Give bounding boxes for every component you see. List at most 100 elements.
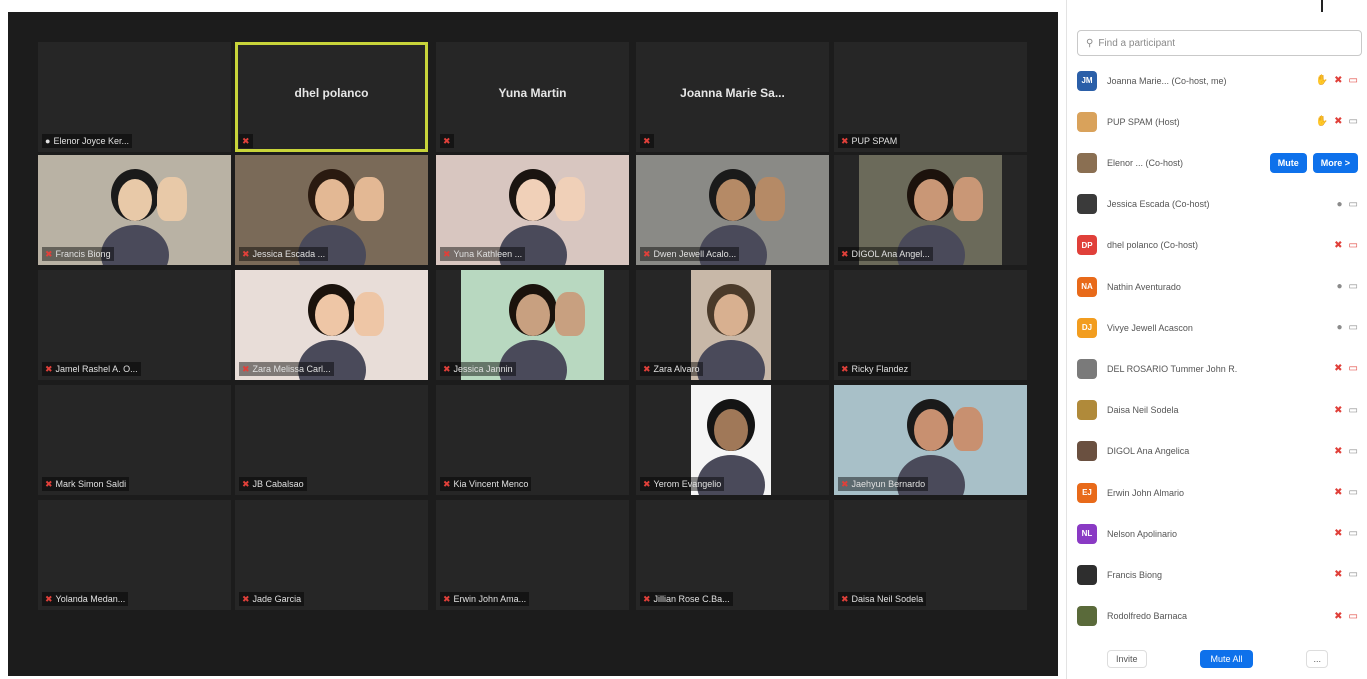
participant-row[interactable]: PUP SPAM (Host) ✋ ✖ ▭	[1067, 101, 1367, 142]
video-tile[interactable]: ✖ Jessica Jannin	[436, 270, 629, 380]
video-tile[interactable]: Joanna Marie Sa... ✖	[636, 42, 829, 152]
cam-off-icon[interactable]: ▭	[1349, 240, 1358, 251]
mute-participant-button[interactable]: Mute	[1269, 152, 1307, 173]
video-tile[interactable]: ✖ JB Cabalsao	[235, 385, 428, 495]
search-input[interactable]: ⚲ Find a participant	[1077, 30, 1362, 56]
video-tile[interactable]: ✖ PUP SPAM	[834, 42, 1027, 152]
person-face	[714, 409, 748, 451]
tile-name-label: ✖ Jaehyun Bernardo	[838, 477, 929, 491]
cam-icon[interactable]: ▭	[1349, 281, 1358, 292]
more-participant-button[interactable]: More >	[1312, 152, 1358, 173]
mic-off-icon[interactable]: ✖	[1334, 363, 1342, 374]
mic-off-icon[interactable]: ✖	[1334, 487, 1342, 498]
video-tile[interactable]: ● Elenor Joyce Ker...	[38, 42, 231, 152]
mic-off-icon[interactable]: ✖	[1334, 405, 1342, 416]
tile-name-label: ✖ Jillian Rose C.Ba...	[640, 592, 733, 606]
cam-icon[interactable]: ▭	[1349, 116, 1358, 127]
mic-off-icon[interactable]: ✖	[1334, 569, 1342, 580]
mic-off-icon[interactable]: ✖	[1334, 240, 1342, 251]
participant-status-icons: ✖ ▭	[1334, 363, 1358, 374]
mic-off-icon[interactable]: ✖	[1334, 611, 1342, 622]
cam-icon[interactable]: ▭	[1349, 405, 1358, 416]
participant-name: Jessica Jannin	[453, 364, 513, 374]
video-tile[interactable]: ✖ Zara Melissa Carl...	[235, 270, 428, 380]
mic-off-icon[interactable]: ✖	[1334, 528, 1342, 539]
video-tile[interactable]: ✖ Jillian Rose C.Ba...	[636, 500, 829, 610]
participant-row[interactable]: DIGOL Ana Angelica ✖ ▭	[1067, 431, 1367, 472]
avatar: JM	[1077, 70, 1097, 91]
participant-row[interactable]: Jessica Escada (Co-host) ● ▭	[1067, 184, 1367, 225]
video-tile[interactable]: ✖ Jessica Escada ...	[235, 155, 428, 265]
person-face	[515, 179, 550, 221]
video-tile[interactable]: ✖ Kia Vincent Menco	[436, 385, 629, 495]
participant-row[interactable]: DEL ROSARIO Tummer John R. ✖ ▭	[1067, 348, 1367, 389]
cam-off-icon[interactable]: ▭	[1349, 75, 1358, 86]
video-tile[interactable]: ✖ Daisa Neil Sodela	[834, 500, 1027, 610]
participant-row[interactable]: NA Nathin Aventurado ● ▭	[1067, 266, 1367, 307]
participant-row[interactable]: EJ Erwin John Almario ✖ ▭	[1067, 472, 1367, 513]
mic-muted-icon: ✖	[643, 478, 651, 489]
participant-row[interactable]: DP dhel polanco (Co-host) ✖ ▭	[1067, 225, 1367, 266]
participant-name: Mark Simon Saldi	[55, 479, 127, 489]
video-tile[interactable]: ✖ Dwen Jewell Acalo...	[636, 155, 829, 265]
more-options-button[interactable]: ...	[1306, 650, 1328, 668]
video-tile[interactable]: ✖ Jaehyun Bernardo	[834, 385, 1027, 495]
participant-row[interactable]: NL Nelson Apolinario ✖ ▭	[1067, 513, 1367, 554]
video-tile[interactable]: ✖ Mark Simon Saldi	[38, 385, 231, 495]
cam-icon[interactable]: ▭	[1349, 487, 1358, 498]
participant-row[interactable]: Elenor ... (Co-host) Mute More >	[1067, 142, 1367, 183]
mute-all-button[interactable]: Mute All	[1200, 650, 1253, 668]
cam-off-icon[interactable]: ▭	[1349, 363, 1358, 374]
mic-off-icon[interactable]: ✖	[1334, 116, 1342, 127]
video-tile[interactable]: ✖ Yuna Kathleen ...	[436, 155, 629, 265]
participant-row[interactable]: DJ Vivye Jewell Acascon ● ▭	[1067, 307, 1367, 348]
mic-off-icon[interactable]: ✖	[1334, 75, 1342, 86]
video-tile[interactable]: ✖ Jamel Rashel A. O...	[38, 270, 231, 380]
participant-status-icons: ● ▭	[1337, 199, 1359, 210]
cam-icon[interactable]: ▭	[1349, 446, 1358, 457]
video-tile[interactable]: ✖ DIGOL Ana Angel...	[834, 155, 1027, 265]
avatar	[1077, 564, 1097, 585]
cam-icon[interactable]: ▭	[1349, 322, 1358, 333]
participant-row[interactable]: Rodolfredo Barnaca ✖ ▭	[1067, 596, 1367, 637]
participant-row[interactable]: Francis Biong ✖ ▭	[1067, 554, 1367, 595]
video-tile[interactable]: Yuna Martin ✖	[436, 42, 629, 152]
mic-icon[interactable]: ●	[1337, 281, 1343, 292]
participant-name: DEL ROSARIO Tummer John R.	[1107, 363, 1238, 374]
cam-off-icon[interactable]: ▭	[1349, 611, 1358, 622]
participant-row[interactable]: JM Joanna Marie... (Co-host, me) ✋ ✖ ▭	[1067, 60, 1367, 101]
participant-name: Jessica Escada (Co-host)	[1107, 199, 1210, 210]
participant-status-icons: ✋ ✖ ▭	[1316, 116, 1358, 127]
mic-muted-icon: ✖	[45, 248, 53, 259]
video-tile[interactable]: ✖ Zara Alvaro	[636, 270, 829, 380]
mic-icon[interactable]: ●	[1337, 199, 1343, 210]
video-tile[interactable]: ✖ Yerom Evangelio	[636, 385, 829, 495]
video-tile[interactable]: ✖ Yolanda Medan...	[38, 500, 231, 610]
mic-icon[interactable]: ●	[1337, 322, 1343, 333]
video-grid: ● Elenor Joyce Ker... dhel polanco ✖ Yuna Ma…	[8, 12, 1058, 676]
mic-off-icon[interactable]: ✖	[1334, 446, 1342, 457]
mic-muted-icon: ✖	[45, 478, 53, 489]
panel-footer: Invite Mute All ...	[1067, 639, 1367, 679]
avatar	[1077, 606, 1097, 627]
cam-icon[interactable]: ▭	[1349, 569, 1358, 580]
tile-name-label: ✖	[440, 134, 454, 148]
invite-button[interactable]: Invite	[1107, 650, 1147, 668]
participant-status-icons: ● ▭	[1337, 281, 1359, 292]
mic-muted-icon: ✖	[643, 135, 651, 146]
video-tile[interactable]: ✖ Jade Garcia	[235, 500, 428, 610]
cam-icon[interactable]: ▭	[1349, 528, 1358, 539]
video-tile[interactable]: ✖ Francis Biong	[38, 155, 231, 265]
video-tile[interactable]: ✖ Erwin John Ama...	[436, 500, 629, 610]
participant-name: Francis Biong	[55, 249, 111, 259]
cam-icon[interactable]: ▭	[1349, 199, 1358, 210]
video-tile[interactable]: ✖ Ricky Flandez	[834, 270, 1027, 380]
raised-hand	[952, 177, 983, 221]
participant-row[interactable]: Daisa Neil Sodela ✖ ▭	[1067, 390, 1367, 431]
tile-display-name: dhel polanco	[294, 86, 369, 100]
mic-muted-icon: ✖	[443, 478, 451, 489]
gallery-view: ● Elenor Joyce Ker... dhel polanco ✖ Yuna Ma…	[0, 0, 1062, 679]
participant-name: Jaehyun Bernardo	[851, 479, 926, 489]
participant-status-icons: ✖ ▭	[1334, 240, 1358, 251]
video-tile[interactable]: dhel polanco ✖	[235, 42, 428, 152]
